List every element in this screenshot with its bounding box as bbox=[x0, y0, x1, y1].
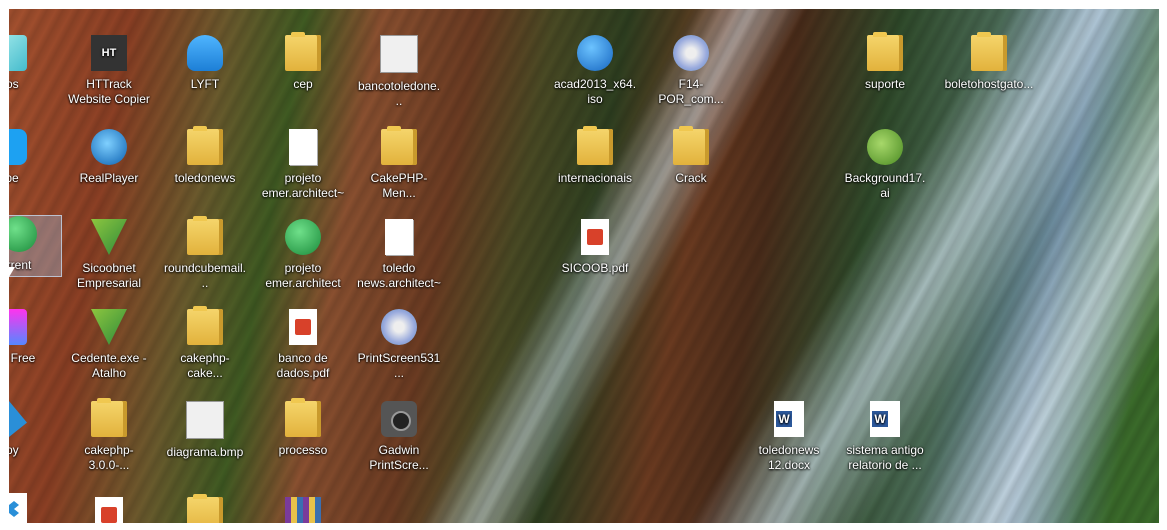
desktop-icon-processo[interactable]: processo bbox=[261, 398, 345, 458]
dropbox-icon bbox=[9, 493, 27, 523]
desktop-icon-dropbox[interactable] bbox=[9, 493, 51, 523]
desktop-icon-opy[interactable]: opy bbox=[9, 401, 51, 458]
desktop-icon-utorrent[interactable]: rrent bbox=[9, 215, 62, 277]
folder-icon bbox=[285, 398, 321, 437]
desktop-icon-realplayer[interactable]: RealPlayer bbox=[67, 129, 151, 186]
pdf-icon bbox=[289, 309, 317, 345]
mouse-cursor-icon bbox=[9, 267, 15, 277]
pdf-icon bbox=[95, 497, 123, 523]
desktop-icon-tpim[interactable]: tPIM Free bbox=[9, 309, 51, 366]
desktop-icon-background17[interactable]: Background17.ai bbox=[843, 129, 927, 201]
desktop-icon-banco-de-dados[interactable]: banco de dados.pdf bbox=[261, 309, 345, 381]
folder-icon bbox=[91, 398, 127, 437]
folder-icon bbox=[971, 32, 1007, 71]
camera-icon bbox=[381, 401, 417, 437]
coreldraw-icon bbox=[867, 129, 903, 165]
sicoob-icon bbox=[91, 309, 127, 345]
folder-icon bbox=[577, 126, 613, 165]
image-file-icon bbox=[380, 35, 418, 73]
iso-file-icon bbox=[577, 35, 613, 71]
desktop-icon-lyft[interactable]: LYFT bbox=[163, 35, 247, 92]
desktop-icon-pdf-bottom[interactable] bbox=[67, 497, 151, 523]
desktop-icon-toledonews-folder[interactable]: toledonews bbox=[163, 126, 247, 186]
partial-app-icon bbox=[9, 35, 27, 71]
desktop-icon-toledo-news-tmp[interactable]: toledo news.architect~ bbox=[357, 219, 441, 291]
desktop-icon-cakephp-cake[interactable]: cakephp-cake... bbox=[163, 306, 247, 381]
desktop-icon-projeto-emer-tmp[interactable]: projeto emer.architect~ bbox=[261, 129, 345, 201]
desktop-icon-gos[interactable]: gos bbox=[9, 35, 51, 92]
desktop-icon-acad2013[interactable]: acad2013_x64.iso bbox=[553, 35, 637, 107]
blank-file-icon bbox=[289, 129, 317, 165]
folder-icon bbox=[673, 126, 709, 165]
desktop-icon-winrar-bottom[interactable] bbox=[261, 497, 345, 523]
app-icon bbox=[9, 401, 27, 437]
desktop-icon-f14-por[interactable]: F14-POR_com... bbox=[649, 35, 733, 107]
sicoob-icon bbox=[91, 219, 127, 255]
pdf-icon bbox=[581, 219, 609, 255]
desktop-icon-crack[interactable]: Crack bbox=[649, 126, 733, 186]
desktop-icon-cedente[interactable]: Cedente.exe - Atalho bbox=[67, 309, 151, 381]
bmp-file-icon bbox=[186, 401, 224, 439]
desktop-icon-cakephp-300[interactable]: cakephp-3.0.0-... bbox=[67, 398, 151, 473]
desktop-icon-sicoob-pdf[interactable]: SICOOB.pdf bbox=[553, 219, 637, 276]
desktop-icon-toledonews12[interactable]: toledonews 12.docx bbox=[747, 401, 831, 473]
folder-icon bbox=[285, 32, 321, 71]
printscreen-icon bbox=[381, 309, 417, 345]
folder-icon bbox=[187, 216, 223, 255]
desktop-icon-projeto-emer[interactable]: projeto emer.architect bbox=[261, 219, 345, 291]
desktop-icon-roundcubemail[interactable]: roundcubemail... bbox=[163, 216, 247, 291]
desktop-icon-diagrama[interactable]: diagrama.bmp bbox=[163, 401, 247, 460]
httrack-icon: HT bbox=[91, 35, 127, 71]
blank-file-icon bbox=[385, 219, 413, 255]
desktop-icon-sicoobnet[interactable]: Sicoobnet Empresarial bbox=[67, 219, 151, 291]
desktop-icon-internacionais[interactable]: internacionais bbox=[553, 126, 637, 186]
word-doc-icon bbox=[870, 401, 900, 437]
desktop-icon-folder-bottom[interactable] bbox=[163, 494, 247, 523]
desktop-icon-httrack[interactable]: HT HTTrack Website Copier bbox=[67, 35, 151, 107]
desktop-icon-suporte[interactable]: suporte bbox=[843, 32, 927, 92]
desktop-icon-printscreen531[interactable]: PrintScreen531... bbox=[357, 309, 441, 381]
desktop-icon-gadwin[interactable]: Gadwin PrintScre... bbox=[357, 401, 441, 473]
lyft-icon bbox=[187, 35, 223, 71]
folder-icon bbox=[381, 126, 417, 165]
folder-icon bbox=[867, 32, 903, 71]
desktop-icon-sistema-antigo[interactable]: sistema antigo relatorio de ... bbox=[843, 401, 927, 473]
desktop[interactable]: gos ype rrent tPIM Free opy HT HTTrack W… bbox=[9, 9, 1159, 523]
app-icon bbox=[9, 309, 27, 345]
desktop-icon-bancotoledone[interactable]: bancotoledone... bbox=[357, 35, 441, 109]
desktop-icon-skype[interactable]: ype bbox=[9, 129, 51, 186]
skype-icon bbox=[9, 129, 27, 165]
desktop-icon-cep[interactable]: cep bbox=[261, 32, 345, 92]
folder-icon bbox=[187, 126, 223, 165]
desktop-icon-boletohostgato[interactable]: boletohostgato... bbox=[939, 32, 1039, 92]
utorrent-icon bbox=[9, 216, 37, 252]
folder-icon bbox=[187, 306, 223, 345]
desktop-icon-cakephp-men[interactable]: CakePHP-Men... bbox=[357, 126, 441, 201]
realplayer-icon bbox=[91, 129, 127, 165]
winrar-icon bbox=[285, 497, 321, 523]
word-doc-icon bbox=[774, 401, 804, 437]
folder-icon bbox=[187, 494, 223, 523]
architect-icon bbox=[285, 219, 321, 255]
installer-icon bbox=[673, 35, 709, 71]
